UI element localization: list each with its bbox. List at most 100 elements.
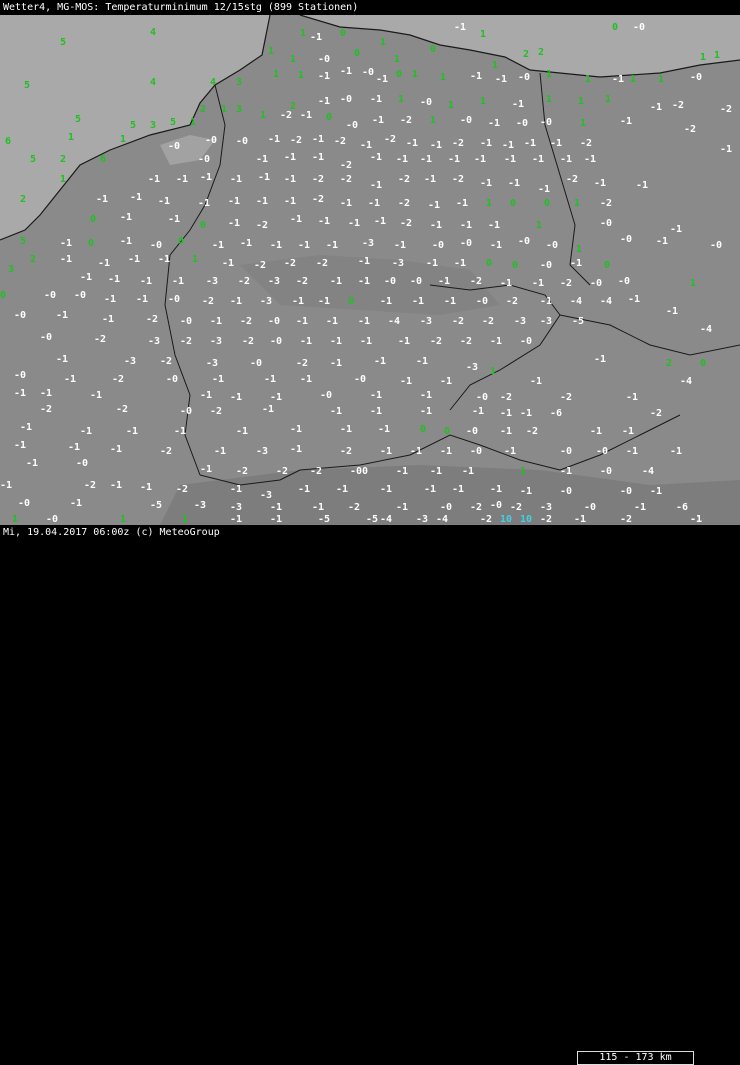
station-value: -1: [290, 444, 303, 455]
station-value: -1: [210, 316, 223, 327]
station-value: -2: [600, 198, 613, 209]
station-value: -3: [124, 356, 137, 367]
station-value: -1: [626, 446, 639, 457]
station-value: -1: [120, 236, 133, 247]
station-value: -1: [214, 446, 227, 457]
scale-indicator: 115 - 173 km: [577, 1051, 694, 1065]
station-value: 0: [348, 296, 355, 307]
station-value: -1: [312, 134, 325, 145]
station-value: -1: [40, 388, 53, 399]
station-value: 1: [120, 514, 127, 525]
station-value: -1: [426, 258, 439, 269]
station-value: -1: [64, 374, 77, 385]
station-value: -6: [676, 502, 689, 513]
station-value: -1: [96, 194, 109, 205]
station-value: 1: [380, 37, 387, 48]
station-value: -5: [572, 316, 585, 327]
station-value: -1: [284, 174, 297, 185]
station-value: 1: [60, 174, 67, 185]
station-value: 0: [430, 44, 437, 55]
station-value: 0: [444, 426, 451, 437]
station-value: -0: [384, 276, 397, 287]
station-value: -1: [330, 406, 343, 417]
station-value: -1: [622, 426, 635, 437]
station-value: 1: [273, 69, 280, 80]
station-value: 10: [500, 514, 513, 525]
station-value: -1: [532, 154, 545, 165]
station-value: 1: [440, 72, 447, 83]
station-value: -0: [476, 296, 489, 307]
station-value: -3: [206, 358, 219, 369]
station-value: -1: [500, 426, 513, 437]
station-value: -0: [620, 486, 633, 497]
station-value: -1: [502, 140, 515, 151]
station-value: -1: [670, 224, 683, 235]
station-value: -0: [440, 502, 453, 513]
station-value: -1: [532, 278, 545, 289]
station-value: -3: [514, 316, 527, 327]
station-value: -2: [296, 358, 309, 369]
station-value: -0: [618, 276, 631, 287]
station-value: -1: [300, 336, 313, 347]
station-value: -2: [116, 404, 129, 415]
station-value: -1: [158, 254, 171, 265]
station-value: 1: [690, 278, 697, 289]
station-value: -0: [600, 466, 613, 477]
station-value: -1: [666, 306, 679, 317]
station-value: -0: [268, 316, 281, 327]
station-value: -0: [236, 136, 249, 147]
station-value: -1: [374, 216, 387, 227]
station-value: -0: [318, 54, 331, 65]
station-value: -2: [94, 334, 107, 345]
station-value: -1: [370, 152, 383, 163]
station-value: -1: [412, 296, 425, 307]
station-value: 1: [398, 94, 405, 105]
station-value: -3: [210, 336, 223, 347]
station-value: -1: [108, 274, 121, 285]
station-value: -1: [360, 336, 373, 347]
station-value: -1: [60, 238, 73, 249]
station-value: 1: [700, 52, 707, 63]
station-value: -2: [290, 135, 303, 146]
station-value: -0: [600, 218, 613, 229]
station-value: 1: [448, 100, 455, 111]
station-value: 1: [574, 198, 581, 209]
station-value: -1: [318, 96, 331, 107]
station-value: -1: [130, 192, 143, 203]
station-value: -2: [482, 316, 495, 327]
station-value: -1: [370, 390, 383, 401]
station-value: -3: [362, 238, 375, 249]
station-value: -3: [466, 362, 479, 373]
station-value: 1: [480, 29, 487, 40]
station-value: -1: [300, 374, 313, 385]
station-value: -0: [540, 117, 553, 128]
station-value: -1: [104, 294, 117, 305]
station-value: -4: [700, 324, 713, 335]
station-value: -2: [384, 134, 397, 145]
station-value: -1: [560, 154, 573, 165]
station-value: 1: [68, 132, 75, 143]
station-value: -1: [176, 174, 189, 185]
station-value: -1: [140, 276, 153, 287]
title-bar: Wetter4, MG-MOS: Temperaturminimum 12/15…: [0, 0, 740, 15]
station-value: -1: [650, 486, 663, 497]
station-value: -1: [174, 426, 187, 437]
station-value: -1: [670, 446, 683, 457]
station-value: -4: [570, 296, 583, 307]
station-value: 0: [340, 28, 347, 39]
station-value: -0: [320, 390, 333, 401]
station-value: -1: [620, 116, 633, 127]
station-value: -0: [180, 316, 193, 327]
station-value: -0: [340, 94, 353, 105]
temperature-map[interactable]: 4 -1 -1 1 0 1 0 1 0 -0 5 1 1 -0 0 1 2 2 1 1 1 5 4 4 3 1 1 -1 -1 -0 -1 0…: [0, 15, 740, 525]
station-value: -2: [398, 198, 411, 209]
station-value: 4: [210, 77, 217, 88]
station-value: 3: [236, 77, 243, 88]
station-value: -1: [26, 458, 39, 469]
station-value: -1: [454, 258, 467, 269]
station-value: -1: [298, 240, 311, 251]
station-value: -1: [416, 356, 429, 367]
station-value: -1: [520, 408, 533, 419]
station-value: -2: [296, 276, 309, 287]
station-value: 1: [192, 254, 199, 265]
